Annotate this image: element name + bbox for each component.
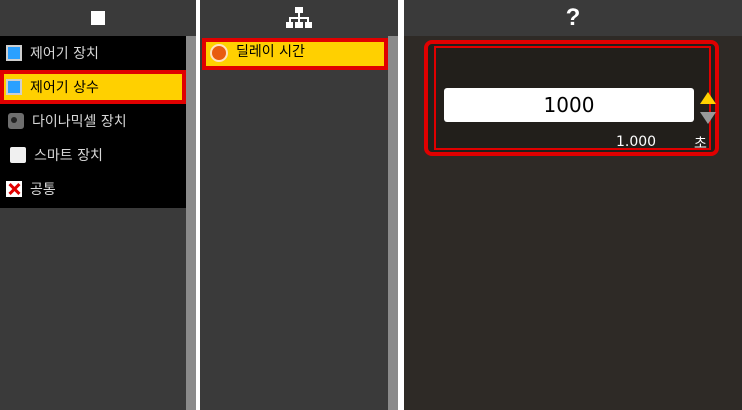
category-item-label: 스마트 장치 [34, 148, 103, 164]
category-item-label: 제어기 상수 [30, 80, 99, 96]
monitor-icon [6, 79, 22, 95]
clock-icon [210, 44, 228, 62]
parameter-item-delay-time[interactable]: 딜레이 시간 [202, 38, 388, 70]
x-icon [6, 181, 22, 197]
increase-triangle-icon[interactable] [700, 92, 716, 104]
parameter-list-background [200, 36, 388, 410]
parameter-item-label: 딜레이 시간 [236, 44, 305, 60]
dynamixel-icon [8, 113, 24, 129]
value-input[interactable]: 1000 [444, 88, 694, 122]
value-editor-header: ? [404, 0, 742, 36]
category-header [0, 0, 196, 36]
help-icon[interactable]: ? [566, 4, 581, 32]
parameter-panel: 딜레이 시간 [200, 0, 398, 410]
converted-value: 1.000 [616, 134, 657, 150]
decrease-triangle-icon[interactable] [700, 112, 716, 124]
category-item-controller-constant[interactable]: 제어기 상수 [0, 70, 186, 104]
category-item-common[interactable]: 공통 [0, 172, 186, 206]
category-item-label: 다이나믹셀 장치 [32, 114, 127, 130]
monitor-icon [6, 45, 22, 61]
hierarchy-icon [286, 7, 312, 28]
category-item-controller-device[interactable]: 제어기 장치 [0, 36, 186, 70]
category-item-smart-device[interactable]: 스마트 장치 [0, 138, 186, 172]
category-item-label: 제어기 장치 [30, 46, 99, 62]
category-scrollbar[interactable] [186, 36, 196, 410]
parameter-header [200, 0, 398, 36]
category-list: 제어기 장치 제어기 상수 다이나믹셀 장치 스마트 장치 공통 [0, 36, 186, 208]
square-icon [91, 11, 105, 25]
unit-label: 초 [694, 136, 707, 152]
category-item-dynamixel-device[interactable]: 다이나믹셀 장치 [0, 104, 186, 138]
value-card: 1000 1.000 초 [424, 40, 719, 156]
phone-icon [10, 147, 26, 163]
category-item-label: 공통 [30, 182, 56, 198]
value-card-inner: 1000 1.000 초 [434, 46, 716, 152]
category-panel: 제어기 장치 제어기 상수 다이나믹셀 장치 스마트 장치 공통 [0, 0, 196, 410]
parameter-scrollbar[interactable] [388, 36, 398, 410]
value-editor-panel: ? 1000 1.000 초 [404, 0, 742, 410]
